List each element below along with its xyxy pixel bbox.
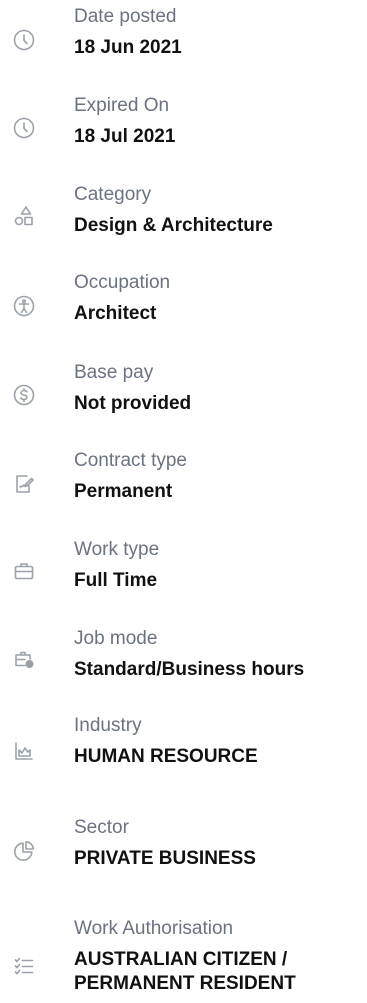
chart-icon [10, 737, 38, 765]
clock-icon [10, 114, 38, 142]
detail-value: 18 Jun 2021 [74, 37, 182, 58]
briefcase-icon [10, 557, 38, 585]
detail-value: AUSTRALIAN CITIZEN / PERMANENT RESIDENT [74, 949, 296, 994]
detail-label: Industry [74, 715, 142, 736]
accessibility-icon [10, 292, 38, 320]
detail-label: Contract type [74, 450, 187, 471]
detail-value: Architect [74, 303, 157, 324]
detail-label: Base pay [74, 362, 154, 383]
detail-label: Occupation [74, 272, 171, 293]
briefcase-clock-icon [10, 645, 38, 673]
detail-value: Standard/Business hours [74, 659, 305, 680]
checklist-icon [10, 952, 38, 980]
detail-label: Expired On [74, 95, 170, 116]
detail-value: Full Time [74, 570, 158, 591]
detail-label: Work Authorisation [74, 918, 234, 939]
detail-value: 18 Jul 2021 [74, 126, 176, 147]
detail-label: Date posted [74, 6, 177, 27]
detail-value: Design & Architecture [74, 215, 273, 236]
shapes-icon [10, 202, 38, 230]
detail-value: HUMAN RESOURCE [74, 746, 258, 767]
detail-label: Job mode [74, 628, 158, 649]
detail-value: PRIVATE BUSINESS [74, 848, 256, 869]
pie-chart-icon [10, 837, 38, 865]
clock-icon [10, 26, 38, 54]
contract-icon [10, 470, 38, 498]
detail-label: Category [74, 184, 152, 205]
dollar-icon [10, 381, 38, 409]
detail-label: Sector [74, 817, 129, 838]
detail-value: Permanent [74, 481, 173, 502]
detail-label: Work type [74, 539, 160, 560]
detail-value: Not provided [74, 393, 192, 414]
